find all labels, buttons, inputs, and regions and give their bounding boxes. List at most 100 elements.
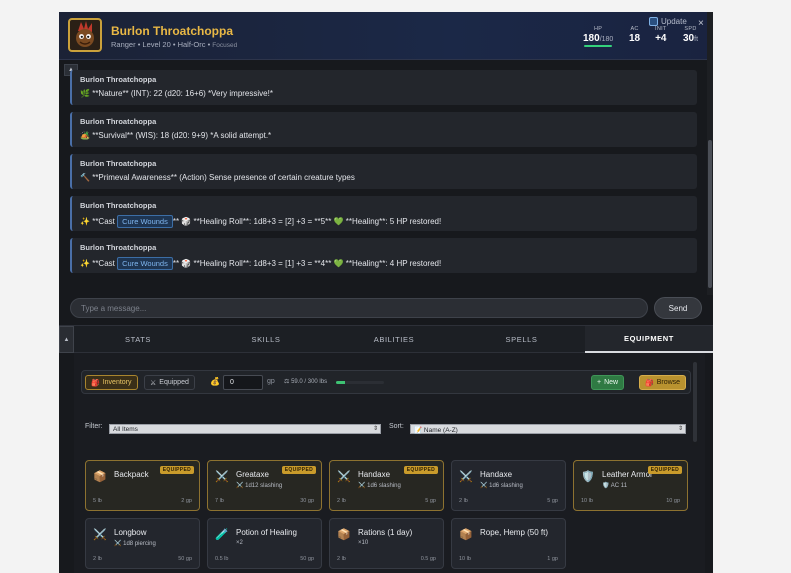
spell-link[interactable]: Cure Wounds — [117, 215, 173, 228]
item-card-backpack[interactable]: 📦 Backpack EQUIPPED 5 lb 2 gp — [85, 460, 200, 511]
update-button[interactable]: Update — [649, 17, 687, 26]
equipped-badge: EQUIPPED — [281, 466, 316, 474]
message-input[interactable]: Type a message... — [70, 298, 648, 318]
new-item-button[interactable]: + New — [591, 375, 625, 390]
item-card-leather-armor[interactable]: 🛡️ Leather Armor 🛡️ AC 11 EQUIPPED 10 lb… — [573, 460, 688, 511]
scrollbar-thumb[interactable] — [693, 362, 697, 442]
sort-select[interactable]: 📝 Name (A-Z) ⇕ — [410, 424, 686, 434]
character-class: Ranger — [111, 40, 136, 49]
gold-unit: gp — [267, 378, 275, 385]
item-weight: 7 lb — [215, 498, 224, 504]
tab-spells[interactable]: SPELLS — [458, 326, 585, 353]
equipped-button[interactable]: ⚔ Equipped — [144, 375, 195, 390]
select-arrow-icon: ⇕ — [372, 426, 378, 432]
item-armor-class: 🛡️ AC 11 — [602, 483, 628, 489]
character-name: Burlon Throatchoppa — [111, 24, 233, 38]
item-weight: 5 lb — [93, 498, 102, 504]
browse-button[interactable]: 🎒 Browse — [639, 375, 687, 390]
item-damage: ⚔️ 1d8 piercing — [114, 541, 156, 547]
sparkle-icon: ✨ — [80, 217, 90, 226]
item-name: Handaxe — [358, 470, 391, 479]
update-label: Update — [661, 17, 687, 26]
item-card-handaxe[interactable]: ⚔️ Handaxe ⚔️ 1d6 slashing 2 lb 5 gp — [451, 460, 566, 511]
item-card-rope-hemp[interactable]: 📦 Rope, Hemp (50 ft) 10 lb 1 gp — [451, 518, 566, 569]
item-weight: 0.5 lb — [215, 556, 229, 562]
item-card-rations[interactable]: 📦 Rations (1 day) ×10 2 lb 0.5 gp — [329, 518, 444, 569]
hp-bar — [584, 45, 613, 47]
sparkle-icon: ✨ — [80, 259, 90, 268]
weight-readout: ⚖ 59.0 / 300 lbs — [284, 379, 328, 385]
item-damage: ⚔️ 1d12 slashing — [236, 483, 283, 489]
swords-icon: ⚔ — [150, 379, 157, 387]
scrollbar-thumb[interactable] — [708, 140, 712, 288]
item-card-handaxe[interactable]: ⚔️ Handaxe ⚔️ 1d6 slashing EQUIPPED 2 lb… — [329, 460, 444, 511]
equipment-panel: 🎒 Inventory ⚔ Equipped 💰 0 gp ⚖ 59.0 / 300… — [74, 353, 705, 573]
item-name: Backpack — [114, 470, 149, 479]
item-card-longbow[interactable]: ⚔️ Longbow ⚔️ 1d8 piercing 2 lb 50 gp — [85, 518, 200, 569]
item-weight: 2 lb — [93, 556, 102, 562]
send-button[interactable]: Send — [654, 297, 702, 319]
chat-scrollbar[interactable] — [707, 12, 713, 295]
box-icon: 📦 — [93, 471, 107, 483]
hp-label: HP — [594, 26, 603, 32]
camp-icon: 🏕️ — [80, 131, 90, 140]
tab-equipment[interactable]: EQUIPMENT — [585, 326, 713, 353]
message-author: Burlon Throatchoppa — [80, 159, 157, 168]
item-name: Greataxe — [236, 470, 269, 479]
equipped-badge: EQUIPPED — [403, 466, 438, 474]
item-name: Longbow — [114, 528, 147, 537]
box-icon: 📦 — [459, 529, 473, 541]
collapse-panel-button[interactable]: ▲ — [59, 326, 74, 353]
item-name: Potion of Healing — [236, 528, 297, 537]
character-status: Focused — [212, 42, 238, 49]
crossed-swords-icon: ⚔️ — [337, 471, 351, 483]
item-cost: 2 gp — [181, 498, 192, 504]
message-author: Burlon Throatchoppa — [80, 75, 157, 84]
item-quantity: ×10 — [358, 540, 369, 546]
item-cost: 5 gp — [425, 498, 436, 504]
message-text: 🌿 **Nature** (INT): 22 (d20: 16+6) *Very… — [80, 89, 273, 98]
plus-icon: + — [597, 379, 602, 386]
spell-link[interactable]: Cure Wounds — [117, 257, 173, 270]
item-card-greataxe[interactable]: ⚔️ Greataxe ⚔️ 1d12 slashing EQUIPPED 7 … — [207, 460, 322, 511]
message-text: ✨ **Cast Cure Wounds ** 🎲 **Healing Roll*… — [80, 215, 442, 228]
chat-message: Burlon Throatchoppa ✨ **Cast Cure Wounds… — [70, 196, 697, 231]
tab-stats[interactable]: STATS — [74, 326, 202, 353]
item-damage: ⚔️ 1d6 slashing — [480, 483, 523, 489]
chat-message: Burlon Throatchoppa 🔨 **Primeval Awarene… — [70, 154, 697, 189]
item-weight: 10 lb — [581, 498, 593, 504]
tab-skills[interactable]: SKILLS — [202, 326, 330, 353]
ac-value: 18 — [629, 33, 641, 44]
message-text: ✨ **Cast Cure Wounds ** 🎲 **Healing Roll*… — [80, 257, 442, 270]
chat-message: Burlon Throatchoppa 🌿 **Nature** (INT): … — [70, 70, 697, 105]
item-cost: 1 gp — [547, 556, 558, 562]
crossed-swords-icon: ⚔️ — [459, 471, 473, 483]
half-orc-portrait-icon — [76, 21, 94, 47]
equipment-toolbar: 🎒 Inventory ⚔ Equipped 💰 0 gp ⚖ 59.0 / 300… — [81, 370, 691, 394]
tab-abilities[interactable]: ABILITIES — [330, 326, 458, 353]
avatar[interactable] — [68, 18, 102, 52]
item-cost: 30 gp — [300, 498, 314, 504]
money-bag-icon: 💰 — [210, 377, 220, 386]
gold-input[interactable]: 0 — [223, 375, 263, 390]
sort-label: Sort: — [389, 423, 404, 430]
equipment-scrollbar[interactable] — [692, 356, 698, 446]
item-weight: 10 lb — [459, 556, 471, 562]
init-value: +4 — [655, 33, 667, 44]
filter-label: Filter: — [85, 423, 103, 430]
hammer-icon: 🔨 — [80, 173, 90, 182]
shield-icon: 🛡️ — [581, 471, 595, 483]
weight-bar-fill — [336, 381, 346, 384]
notepad-icon: 📝 — [414, 427, 423, 434]
inventory-button[interactable]: 🎒 Inventory — [85, 375, 138, 390]
filter-select[interactable]: All Items ⇕ — [109, 424, 381, 434]
item-card-potion-of-healing[interactable]: 🧪 Potion of Healing ×2 0.5 lb 50 gp — [207, 518, 322, 569]
message-text: 🏕️ **Survival** (WIS): 18 (d20: 9+9) *A … — [80, 131, 272, 140]
hp-stat[interactable]: HP 180/180 — [583, 26, 613, 47]
character-subtitle: Ranger • Level 20 • Half-Orc • Focused — [111, 40, 238, 49]
message-author: Burlon Throatchoppa — [80, 117, 157, 126]
close-button[interactable]: × — [698, 18, 704, 29]
equipped-badge: EQUIPPED — [647, 466, 682, 474]
potion-icon: 🧪 — [215, 529, 229, 541]
message-text: 🔨 **Primeval Awareness** (Action) Sense … — [80, 173, 355, 182]
